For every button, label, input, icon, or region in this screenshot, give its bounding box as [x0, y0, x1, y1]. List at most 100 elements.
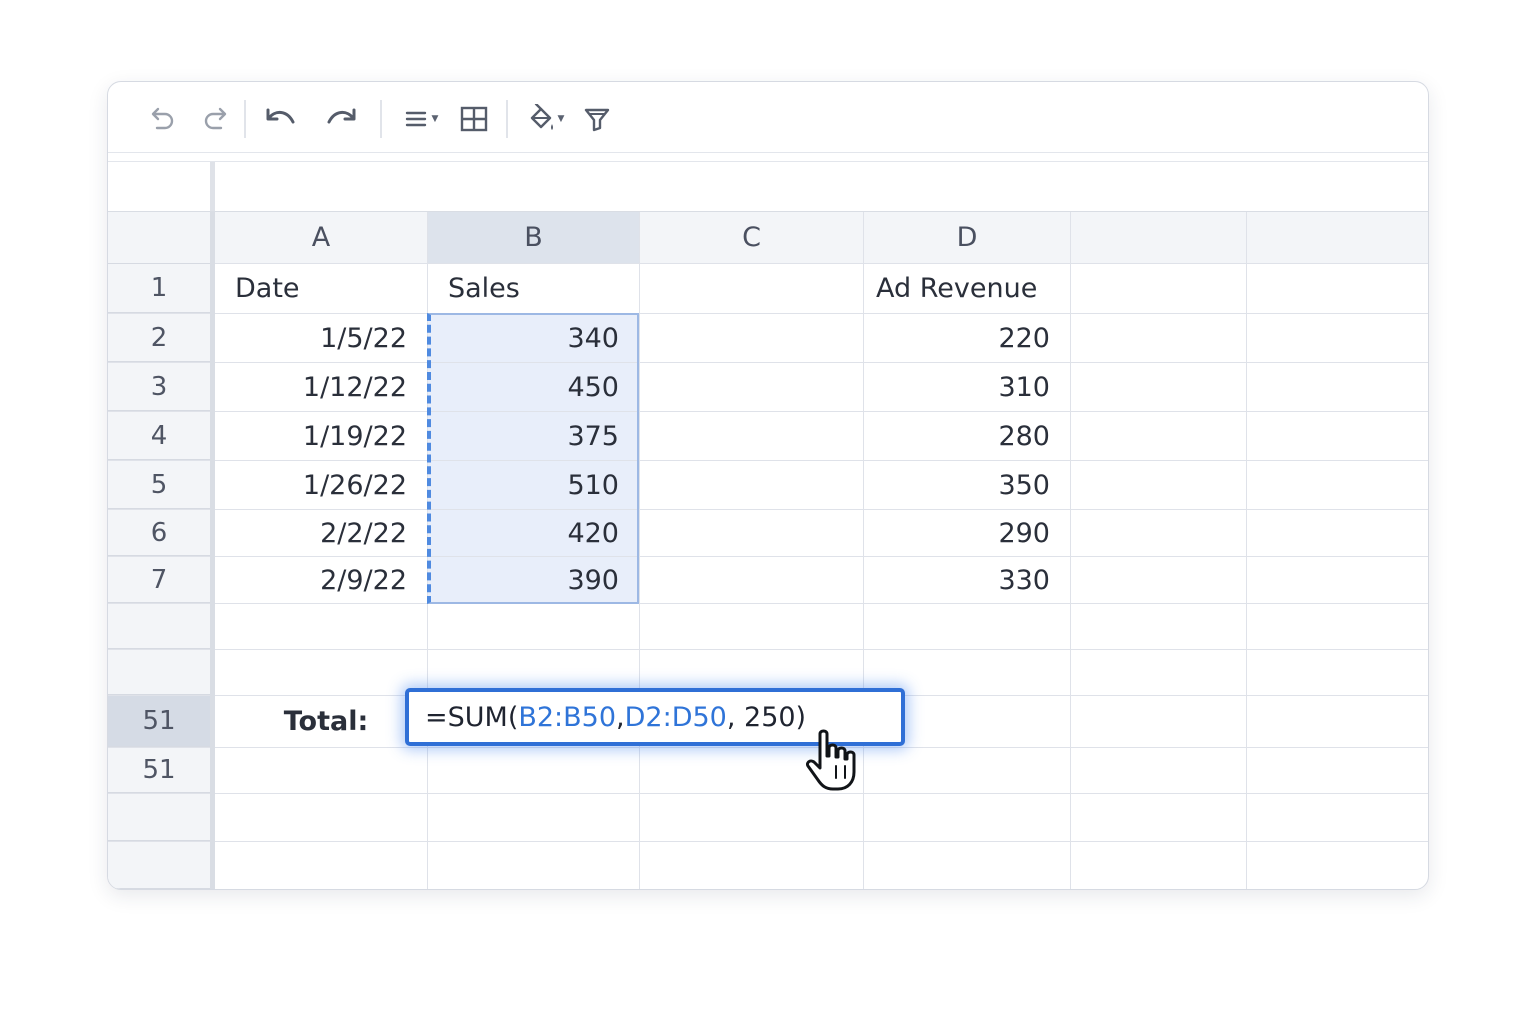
cell-b3[interactable]: 450 [428, 363, 640, 411]
cell-e2[interactable] [1071, 314, 1247, 362]
cell-a6[interactable]: 2/2/22 [215, 510, 428, 556]
row-header[interactable] [108, 650, 210, 695]
cell-b7[interactable]: 390 [428, 557, 640, 603]
empty-cell[interactable] [1247, 794, 1428, 841]
cell-e3[interactable] [1071, 363, 1247, 411]
empty-cell[interactable] [864, 842, 1071, 889]
row-header[interactable]: 1 [108, 264, 210, 313]
empty-cell[interactable] [428, 842, 640, 889]
cell-c3[interactable] [640, 363, 864, 411]
row-header[interactable] [108, 604, 210, 649]
empty-cell[interactable] [864, 794, 1071, 841]
empty-cell[interactable] [1247, 604, 1428, 649]
total-label[interactable]: Total: [215, 696, 428, 747]
cell-d5[interactable]: 350 [864, 461, 1071, 509]
cell-c7[interactable] [640, 557, 864, 603]
cell-d6[interactable]: 290 [864, 510, 1071, 556]
empty-cell[interactable] [215, 748, 428, 793]
cell-d3[interactable]: 310 [864, 363, 1071, 411]
cell-f7[interactable] [1247, 557, 1428, 603]
cell-b1[interactable]: Sales [428, 264, 640, 313]
cell-f6[interactable] [1247, 510, 1428, 556]
cell-d2[interactable]: 220 [864, 314, 1071, 362]
filter-icon[interactable] [580, 102, 614, 136]
cell-f5[interactable] [1247, 461, 1428, 509]
cell-b2[interactable]: 340 [428, 314, 640, 362]
cell-c5[interactable] [640, 461, 864, 509]
formula-bar-row[interactable] [108, 161, 1428, 213]
align-icon[interactable]: ▼ [398, 102, 444, 136]
cell-e5[interactable] [1071, 461, 1247, 509]
cell-a1[interactable]: Date [215, 264, 428, 313]
borders-icon[interactable] [456, 102, 492, 136]
empty-cell[interactable] [215, 604, 428, 649]
empty-cell[interactable] [1071, 794, 1247, 841]
empty-cell[interactable] [1247, 842, 1428, 889]
row-header[interactable]: 5 [108, 461, 210, 509]
cell-a4[interactable]: 1/19/22 [215, 412, 428, 460]
cell-a3[interactable]: 1/12/22 [215, 363, 428, 411]
empty-cell[interactable] [215, 794, 428, 841]
column-header-c[interactable]: C [640, 212, 864, 263]
empty-cell[interactable] [1247, 696, 1428, 747]
undo-icon[interactable] [260, 102, 300, 136]
row-header[interactable]: 51 [108, 696, 210, 747]
redo-icon[interactable] [322, 102, 362, 136]
column-header-e[interactable] [1071, 212, 1247, 263]
column-header-d[interactable]: D [864, 212, 1071, 263]
row-header[interactable]: 3 [108, 363, 210, 411]
empty-cell[interactable] [428, 748, 640, 793]
column-header-f[interactable] [1247, 212, 1428, 263]
cell-f2[interactable] [1247, 314, 1428, 362]
row-header[interactable]: 4 [108, 412, 210, 460]
cell-d4[interactable]: 280 [864, 412, 1071, 460]
undo-small-icon[interactable] [142, 102, 180, 136]
empty-cell[interactable] [864, 748, 1071, 793]
column-header-b[interactable]: B [428, 212, 640, 263]
cell-a2[interactable]: 1/5/22 [215, 314, 428, 362]
cell-d7[interactable]: 330 [864, 557, 1071, 603]
empty-cell[interactable] [640, 604, 864, 649]
cell-c2[interactable] [640, 314, 864, 362]
row-header[interactable] [108, 842, 210, 889]
empty-cell[interactable] [1071, 650, 1247, 695]
cell-f1[interactable] [1247, 264, 1428, 313]
cell-e7[interactable] [1071, 557, 1247, 603]
cell-e4[interactable] [1071, 412, 1247, 460]
empty-cell[interactable] [640, 794, 864, 841]
redo-small-icon[interactable] [198, 102, 236, 136]
empty-cell[interactable] [1071, 696, 1247, 747]
row-header[interactable]: 2 [108, 314, 210, 362]
empty-cell[interactable] [640, 842, 864, 889]
cell-e6[interactable] [1071, 510, 1247, 556]
row-header[interactable]: 7 [108, 557, 210, 603]
empty-cell[interactable] [428, 794, 640, 841]
empty-cell[interactable] [864, 604, 1071, 649]
empty-cell[interactable] [1247, 650, 1428, 695]
cell-a5[interactable]: 1/26/22 [215, 461, 428, 509]
cell-c4[interactable] [640, 412, 864, 460]
cell-a7[interactable]: 2/9/22 [215, 557, 428, 603]
empty-cell[interactable] [215, 650, 428, 695]
row-header[interactable]: 51 [108, 748, 210, 793]
cell-f3[interactable] [1247, 363, 1428, 411]
empty-cell[interactable] [1071, 604, 1247, 649]
cell-b5[interactable]: 510 [428, 461, 640, 509]
cell-d1[interactable]: Ad Revenue [864, 264, 1071, 313]
row-header[interactable] [108, 794, 210, 841]
cell-e1[interactable] [1071, 264, 1247, 313]
row-header[interactable]: 6 [108, 510, 210, 556]
cell-c6[interactable] [640, 510, 864, 556]
empty-cell[interactable] [1071, 842, 1247, 889]
column-header-a[interactable]: A [215, 212, 428, 263]
fill-color-icon[interactable]: ▼ [520, 102, 570, 136]
cell-f4[interactable] [1247, 412, 1428, 460]
empty-cell[interactable] [1247, 748, 1428, 793]
select-all-corner[interactable] [108, 212, 210, 264]
empty-cell[interactable] [1071, 748, 1247, 793]
cell-b6[interactable]: 420 [428, 510, 640, 556]
cell-c1[interactable] [640, 264, 864, 313]
empty-cell[interactable] [215, 842, 428, 889]
empty-cell[interactable] [428, 604, 640, 649]
cell-b4[interactable]: 375 [428, 412, 640, 460]
